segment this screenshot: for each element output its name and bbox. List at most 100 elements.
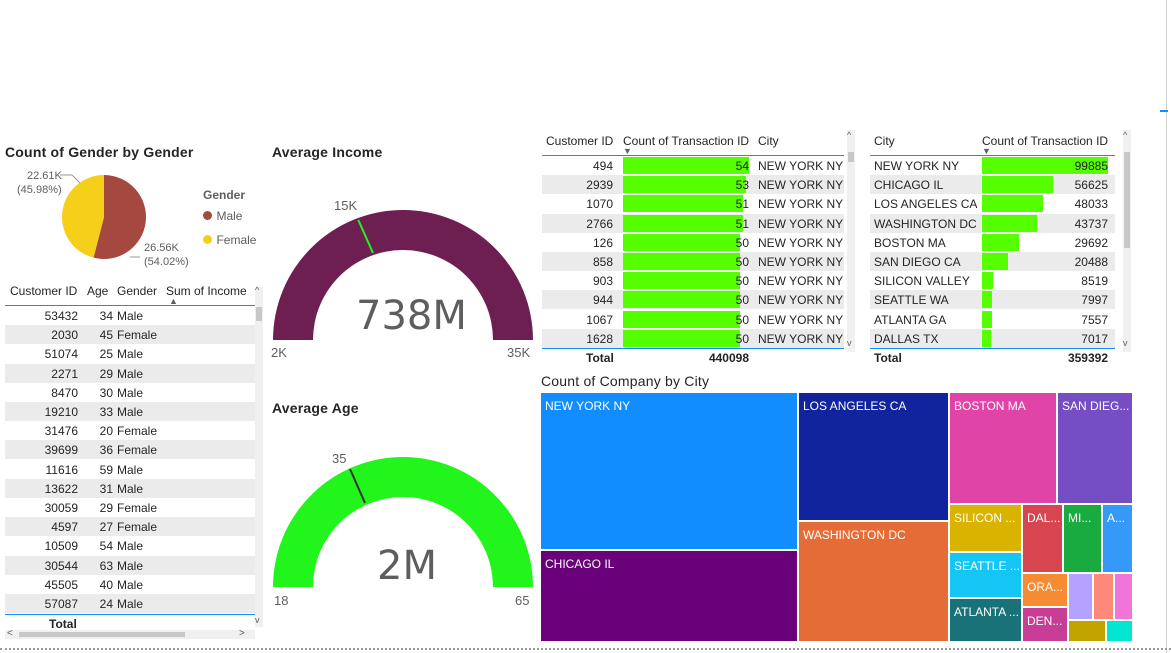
table-row[interactable]: 2766 51 NEW YORK NY xyxy=(542,213,844,233)
cell-city-count: 43737 xyxy=(1074,216,1108,231)
city-vertical-scrollbar[interactable]: ^ v xyxy=(1123,130,1131,352)
legend-dot-male xyxy=(203,211,212,221)
data-bar xyxy=(982,214,1037,232)
table-row[interactable]: 53432 34 Male xyxy=(5,306,255,325)
cell-tx-city: NEW YORK NY xyxy=(758,178,844,193)
customer-table-horizontal-scrollbar[interactable]: < > xyxy=(5,628,255,639)
table-row[interactable]: ATLANTA GA 7557 xyxy=(870,310,1115,329)
treemap-tile-small-5[interactable] xyxy=(1106,620,1133,642)
table-row[interactable]: 494 54 NEW YORK NY xyxy=(542,156,844,175)
customer-total-label: Total xyxy=(49,617,77,631)
header-tx-count[interactable]: Count of Transaction ID xyxy=(623,134,749,148)
cell-tx-city: NEW YORK NY xyxy=(758,312,844,327)
table-row[interactable]: NEW YORK NY 99885 xyxy=(870,156,1115,175)
table-row[interactable]: 858 50 NEW YORK NY xyxy=(542,252,844,271)
table-row[interactable]: 30544 63 Male xyxy=(5,555,255,575)
scroll-left-icon[interactable]: < xyxy=(7,628,13,639)
customer-table-vertical-scrollbar[interactable]: ^ v xyxy=(255,285,263,627)
legend-item-male[interactable]: Male xyxy=(203,207,242,225)
treemap-tile-small-3[interactable] xyxy=(1114,573,1133,620)
treemap-tile-small-4[interactable] xyxy=(1068,620,1106,642)
table-row[interactable]: 8470 30 Male xyxy=(5,383,255,402)
table-row[interactable]: 126 50 NEW YORK NY xyxy=(542,233,844,252)
treemap-tile-new-york[interactable]: NEW YORK NY xyxy=(540,392,798,550)
treemap-tile-dallas[interactable]: DAL... xyxy=(1022,504,1063,573)
table-row[interactable]: SILICON VALLEY 8519 xyxy=(870,271,1115,290)
tx-scroll-down-icon[interactable]: v xyxy=(847,338,852,348)
table-row[interactable]: 39699 36 Female xyxy=(5,440,255,460)
header-city-count[interactable]: Count of Transaction ID xyxy=(982,134,1108,148)
legend-label-male: Male xyxy=(216,208,243,223)
cell-customer-id: 19210 xyxy=(44,405,78,419)
treemap-tile-orange[interactable]: ORA... xyxy=(1022,573,1068,607)
header-age[interactable]: Age xyxy=(87,284,108,298)
cell-tx-count: 51 xyxy=(735,216,749,231)
treemap-tile-washington[interactable]: WASHINGTON DC xyxy=(798,521,949,642)
scroll-up-icon[interactable]: ^ xyxy=(255,285,259,295)
table-row[interactable]: SEATTLE WA 7997 xyxy=(870,290,1115,310)
treemap-tile-boston[interactable]: BOSTON MA xyxy=(949,392,1057,504)
treemap-tile-small-2[interactable] xyxy=(1093,573,1114,620)
table-row[interactable]: 11616 59 Male xyxy=(5,460,255,479)
legend-item-female[interactable]: Female xyxy=(203,231,256,249)
cell-customer-id: 31476 xyxy=(44,424,78,439)
table-row[interactable]: 1070 51 NEW YORK NY xyxy=(542,194,844,213)
table-row[interactable]: 1628 50 NEW YORK NY xyxy=(542,328,844,348)
table-row[interactable]: CHICAGO IL 56625 xyxy=(870,175,1115,195)
treemap-tile-mi[interactable]: MI... xyxy=(1063,504,1102,573)
cell-tx-customer-id: 1628 xyxy=(586,331,613,346)
table-row[interactable]: 903 50 NEW YORK NY xyxy=(542,271,844,290)
treemap-tile-seattle[interactable]: SEATTLE ... xyxy=(949,552,1022,598)
tx-scroll-up-icon[interactable]: ^ xyxy=(847,130,851,140)
header-city[interactable]: City xyxy=(874,134,895,148)
cell-tx-customer-id: 126 xyxy=(592,235,613,250)
table-row[interactable]: 45505 40 Male xyxy=(5,575,255,594)
table-row[interactable]: 4597 27 Female xyxy=(5,517,255,537)
table-row[interactable]: 2030 45 Female xyxy=(5,325,255,345)
table-row[interactable]: 13622 31 Male xyxy=(5,478,255,498)
header-sum-of-income[interactable]: Sum of Income ( xyxy=(166,284,248,298)
scroll-down-icon[interactable]: v xyxy=(255,615,260,625)
table-row[interactable]: LOS ANGELES CA 48033 xyxy=(870,194,1115,213)
scroll-right-icon[interactable]: > xyxy=(239,628,245,639)
treemap-tile-small-1[interactable] xyxy=(1068,573,1093,620)
header-gender[interactable]: Gender xyxy=(117,284,157,298)
cell-gender: Male xyxy=(117,385,144,400)
table-row[interactable]: 19210 33 Male xyxy=(5,402,255,421)
cell-gender: Female xyxy=(117,424,158,439)
customer-rows: 53432 34 Male 2030 45 Female 51074 25 Male 2271 29… xyxy=(5,306,255,614)
tx-vertical-scrollbar[interactable]: ^ v xyxy=(847,130,855,352)
table-row[interactable]: SAN DIEGO CA 20488 xyxy=(870,252,1115,271)
treemap-tile-chicago[interactable]: CHICAGO IL xyxy=(540,550,798,642)
city-scroll-down-icon[interactable]: v xyxy=(1123,338,1128,348)
treemap-tile-denver[interactable]: DEN... xyxy=(1022,607,1068,642)
table-row[interactable]: 51074 25 Male xyxy=(5,344,255,363)
treemap-tile-atlanta[interactable]: ATLANTA ... xyxy=(949,598,1022,642)
header-customer-id[interactable]: Customer ID xyxy=(10,284,77,298)
table-row[interactable]: 2271 29 Male xyxy=(5,363,255,383)
header-tx-city[interactable]: City xyxy=(758,134,779,148)
tx-scroll-thumb[interactable] xyxy=(848,152,854,162)
treemap-tile-san-diego[interactable]: SAN DIEG... xyxy=(1057,392,1133,504)
table-row[interactable]: 944 50 NEW YORK NY xyxy=(542,290,844,310)
treemap-tile-a[interactable]: A... xyxy=(1102,504,1133,573)
header-tx-customer-id[interactable]: Customer ID xyxy=(546,134,613,148)
vertical-scroll-thumb[interactable] xyxy=(256,307,262,321)
city-scroll-thumb[interactable] xyxy=(1124,152,1130,248)
treemap-label-atlanta: ATLANTA ... xyxy=(954,605,1019,619)
cell-tx-city: NEW YORK NY xyxy=(758,274,844,289)
table-row[interactable]: 30059 29 Female xyxy=(5,498,255,517)
treemap-tile-los-angeles[interactable]: LOS ANGELES CA xyxy=(798,392,949,521)
treemap-tile-silicon-valley[interactable]: SILICON ... xyxy=(949,504,1022,552)
table-row[interactable]: 10509 54 Male xyxy=(5,536,255,555)
cell-tx-count: 50 xyxy=(735,312,749,327)
horizontal-scroll-thumb[interactable] xyxy=(19,632,185,637)
table-row[interactable]: DALLAS TX 7017 xyxy=(870,328,1115,348)
table-row[interactable]: WASHINGTON DC 43737 xyxy=(870,213,1115,233)
city-scroll-up-icon[interactable]: ^ xyxy=(1123,130,1127,140)
table-row[interactable]: 2939 53 NEW YORK NY xyxy=(542,175,844,195)
table-row[interactable]: BOSTON MA 29692 xyxy=(870,233,1115,252)
table-row[interactable]: 31476 20 Female xyxy=(5,421,255,440)
table-row[interactable]: 1067 50 NEW YORK NY xyxy=(542,310,844,329)
table-row[interactable]: 57087 24 Male xyxy=(5,594,255,613)
